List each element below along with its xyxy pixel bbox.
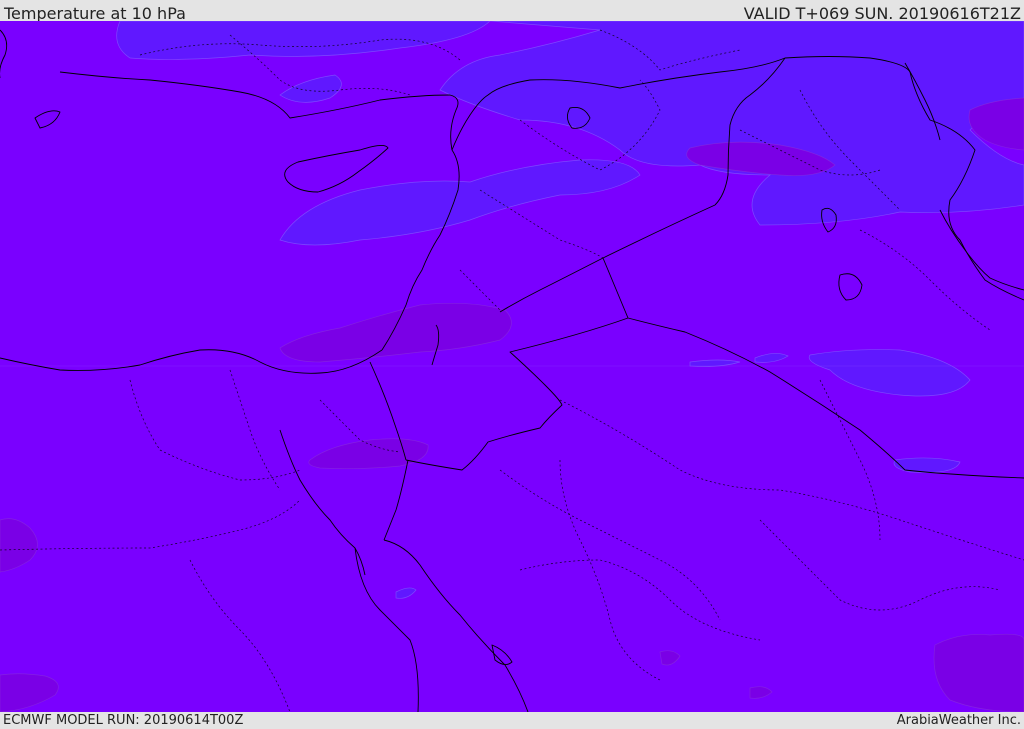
temperature-map [0, 21, 1024, 712]
map-header: Temperature at 10 hPa VALID T+069 SUN. 2… [0, 0, 1024, 23]
model-run-label: ECMWF MODEL RUN: 20190614T00Z [3, 713, 244, 728]
credit-label: ArabiaWeather Inc. [896, 713, 1021, 728]
map-footer: ECMWF MODEL RUN: 20190614T00Z ArabiaWeat… [0, 712, 1024, 729]
